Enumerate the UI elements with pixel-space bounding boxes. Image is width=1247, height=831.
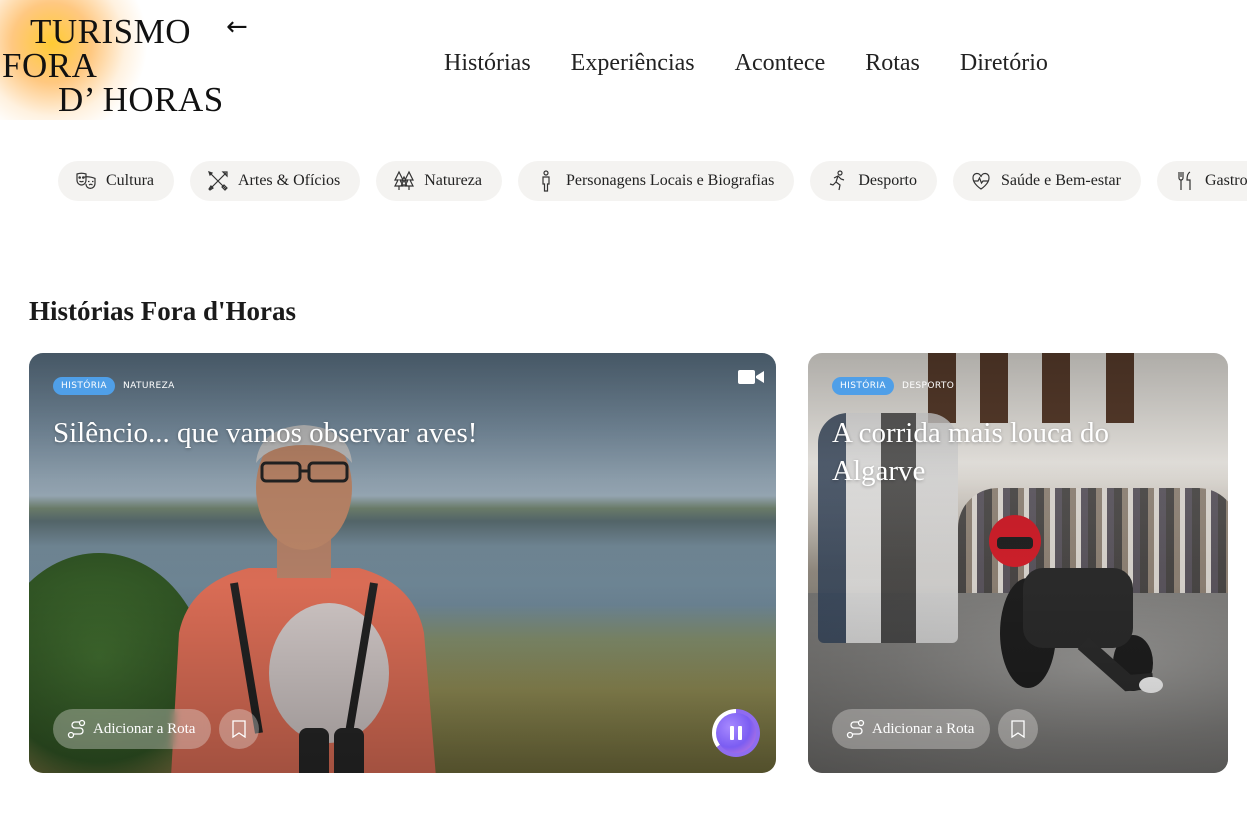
card-title[interactable]: A corrida mais louca do Algarve	[832, 415, 1204, 490]
card-tags: HISTÓRIA NATUREZA	[53, 377, 175, 395]
story-card[interactable]: HISTÓRIA NATUREZA Silêncio... que vamos …	[29, 353, 776, 773]
chip-label: Natureza	[424, 172, 482, 189]
runner-icon	[830, 170, 845, 191]
logo-line-1: TURISMO	[30, 12, 192, 51]
card-actions: Adicionar a Rota	[832, 709, 1039, 749]
route-icon	[67, 719, 86, 739]
bookmark-button[interactable]	[998, 709, 1039, 749]
card-title[interactable]: Silêncio... que vamos observar aves!	[53, 415, 752, 453]
crossed-tools-icon	[208, 171, 228, 191]
tag-natureza[interactable]: NATUREZA	[123, 381, 175, 391]
chip-gastronomia[interactable]: Gastronomia	[1156, 161, 1247, 201]
category-chips: Cultura Artes & Ofícios Natureza Persona…	[58, 161, 1247, 201]
chip-label: Personagens Locais e Biografias	[565, 172, 775, 189]
main-nav: Histórias Experiências Acontece Rotas Di…	[444, 50, 1048, 77]
route-icon	[846, 719, 865, 739]
person-icon	[542, 170, 550, 192]
heart-pulse-icon	[972, 172, 990, 190]
tag-historia[interactable]: HISTÓRIA	[53, 377, 115, 395]
chip-desporto[interactable]: Desporto	[810, 161, 937, 201]
card-actions: Adicionar a Rota	[53, 709, 260, 749]
bookmark-icon	[232, 720, 247, 738]
nav-item-rotas[interactable]: Rotas	[865, 50, 920, 77]
chip-artes-oficios[interactable]: Artes & Ofícios	[190, 161, 361, 201]
chip-label: Cultura	[106, 172, 154, 189]
nav-item-acontece[interactable]: Acontece	[735, 50, 826, 77]
story-card[interactable]: HISTÓRIA DESPORTO A corrida mais louca d…	[808, 353, 1228, 773]
logo-line-3: D’ HORAS	[58, 80, 224, 119]
card-tags: HISTÓRIA DESPORTO	[832, 377, 954, 395]
chip-label: Desporto	[858, 172, 917, 189]
nav-item-diretorio[interactable]: Diretório	[960, 50, 1048, 77]
theatre-masks-icon	[76, 172, 96, 190]
chip-natureza[interactable]: Natureza	[376, 161, 502, 201]
bookmark-icon	[1011, 720, 1026, 738]
chip-saude-bem-estar[interactable]: Saúde e Bem-estar	[952, 161, 1141, 201]
section-title: Histórias Fora d'Horas	[29, 296, 296, 326]
tag-historia[interactable]: HISTÓRIA	[832, 377, 894, 395]
chip-personagens[interactable]: Personagens Locais e Biografias	[517, 161, 795, 201]
bookmark-button[interactable]	[219, 709, 260, 749]
chip-label: Gastronomia	[1204, 172, 1247, 189]
logo-line-2: FORA	[2, 46, 98, 85]
trees-icon	[394, 170, 415, 190]
nav-item-experiencias[interactable]: Experiências	[571, 50, 695, 77]
pause-icon	[716, 713, 756, 753]
site-logo[interactable]: TURISMO FORA D’ HORAS	[0, 0, 240, 130]
chip-label: Saúde e Bem-estar	[1000, 172, 1121, 189]
back-arrow-icon[interactable]: ←	[226, 14, 248, 40]
chip-cultura[interactable]: Cultura	[58, 161, 174, 201]
fork-knife-icon	[1178, 171, 1191, 190]
add-to-route-label: Adicionar a Rota	[872, 720, 975, 737]
video-camera-icon	[738, 370, 764, 384]
add-to-route-button[interactable]: Adicionar a Rota	[53, 709, 212, 749]
chip-label: Artes & Ofícios	[238, 172, 341, 189]
nav-item-historias[interactable]: Histórias	[444, 50, 531, 77]
add-to-route-button[interactable]: Adicionar a Rota	[832, 709, 991, 749]
tag-desporto[interactable]: DESPORTO	[902, 381, 954, 391]
pause-button[interactable]	[712, 709, 760, 757]
add-to-route-label: Adicionar a Rota	[93, 720, 196, 737]
